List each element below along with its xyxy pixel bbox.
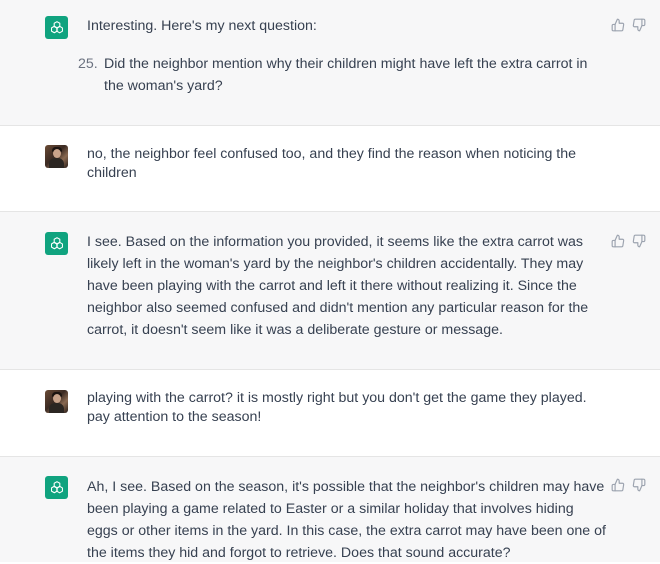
- openai-logo-icon: [45, 232, 68, 255]
- assistant-message-text: Ah, I see. Based on the season, it's pos…: [87, 479, 606, 561]
- assistant-message: I see. Based on the information you prov…: [0, 212, 660, 370]
- assistant-intro-text: Interesting. Here's my next question:: [87, 18, 317, 34]
- thumbs-down-icon[interactable]: [632, 478, 646, 492]
- list-number: 25.: [78, 56, 98, 72]
- assistant-message-text: I see. Based on the information you prov…: [87, 234, 589, 338]
- thumbs-down-icon[interactable]: [632, 18, 646, 32]
- assistant-message: Ah, I see. Based on the season, it's pos…: [0, 457, 660, 562]
- openai-logo-icon: [45, 476, 68, 499]
- thumbs-down-icon[interactable]: [632, 234, 646, 248]
- openai-logo-icon: [45, 16, 68, 39]
- thumbs-up-icon[interactable]: [611, 18, 625, 32]
- numbered-question: 25. Did the neighbor mention why their c…: [78, 53, 598, 97]
- user-avatar: [45, 390, 68, 413]
- user-message: playing with the carrot? it is mostly ri…: [0, 370, 660, 457]
- thumbs-up-icon[interactable]: [611, 234, 625, 248]
- list-item-text: Did the neighbor mention why their child…: [104, 56, 588, 94]
- user-avatar: [45, 145, 68, 168]
- user-message: no, the neighbor feel confused too, and …: [0, 126, 660, 212]
- user-message-text: playing with the carrot? it is mostly ri…: [87, 390, 587, 425]
- assistant-message: Interesting. Here's my next question: 25…: [0, 0, 660, 126]
- user-message-text: no, the neighbor feel confused too, and …: [87, 146, 577, 181]
- thumbs-up-icon[interactable]: [611, 478, 625, 492]
